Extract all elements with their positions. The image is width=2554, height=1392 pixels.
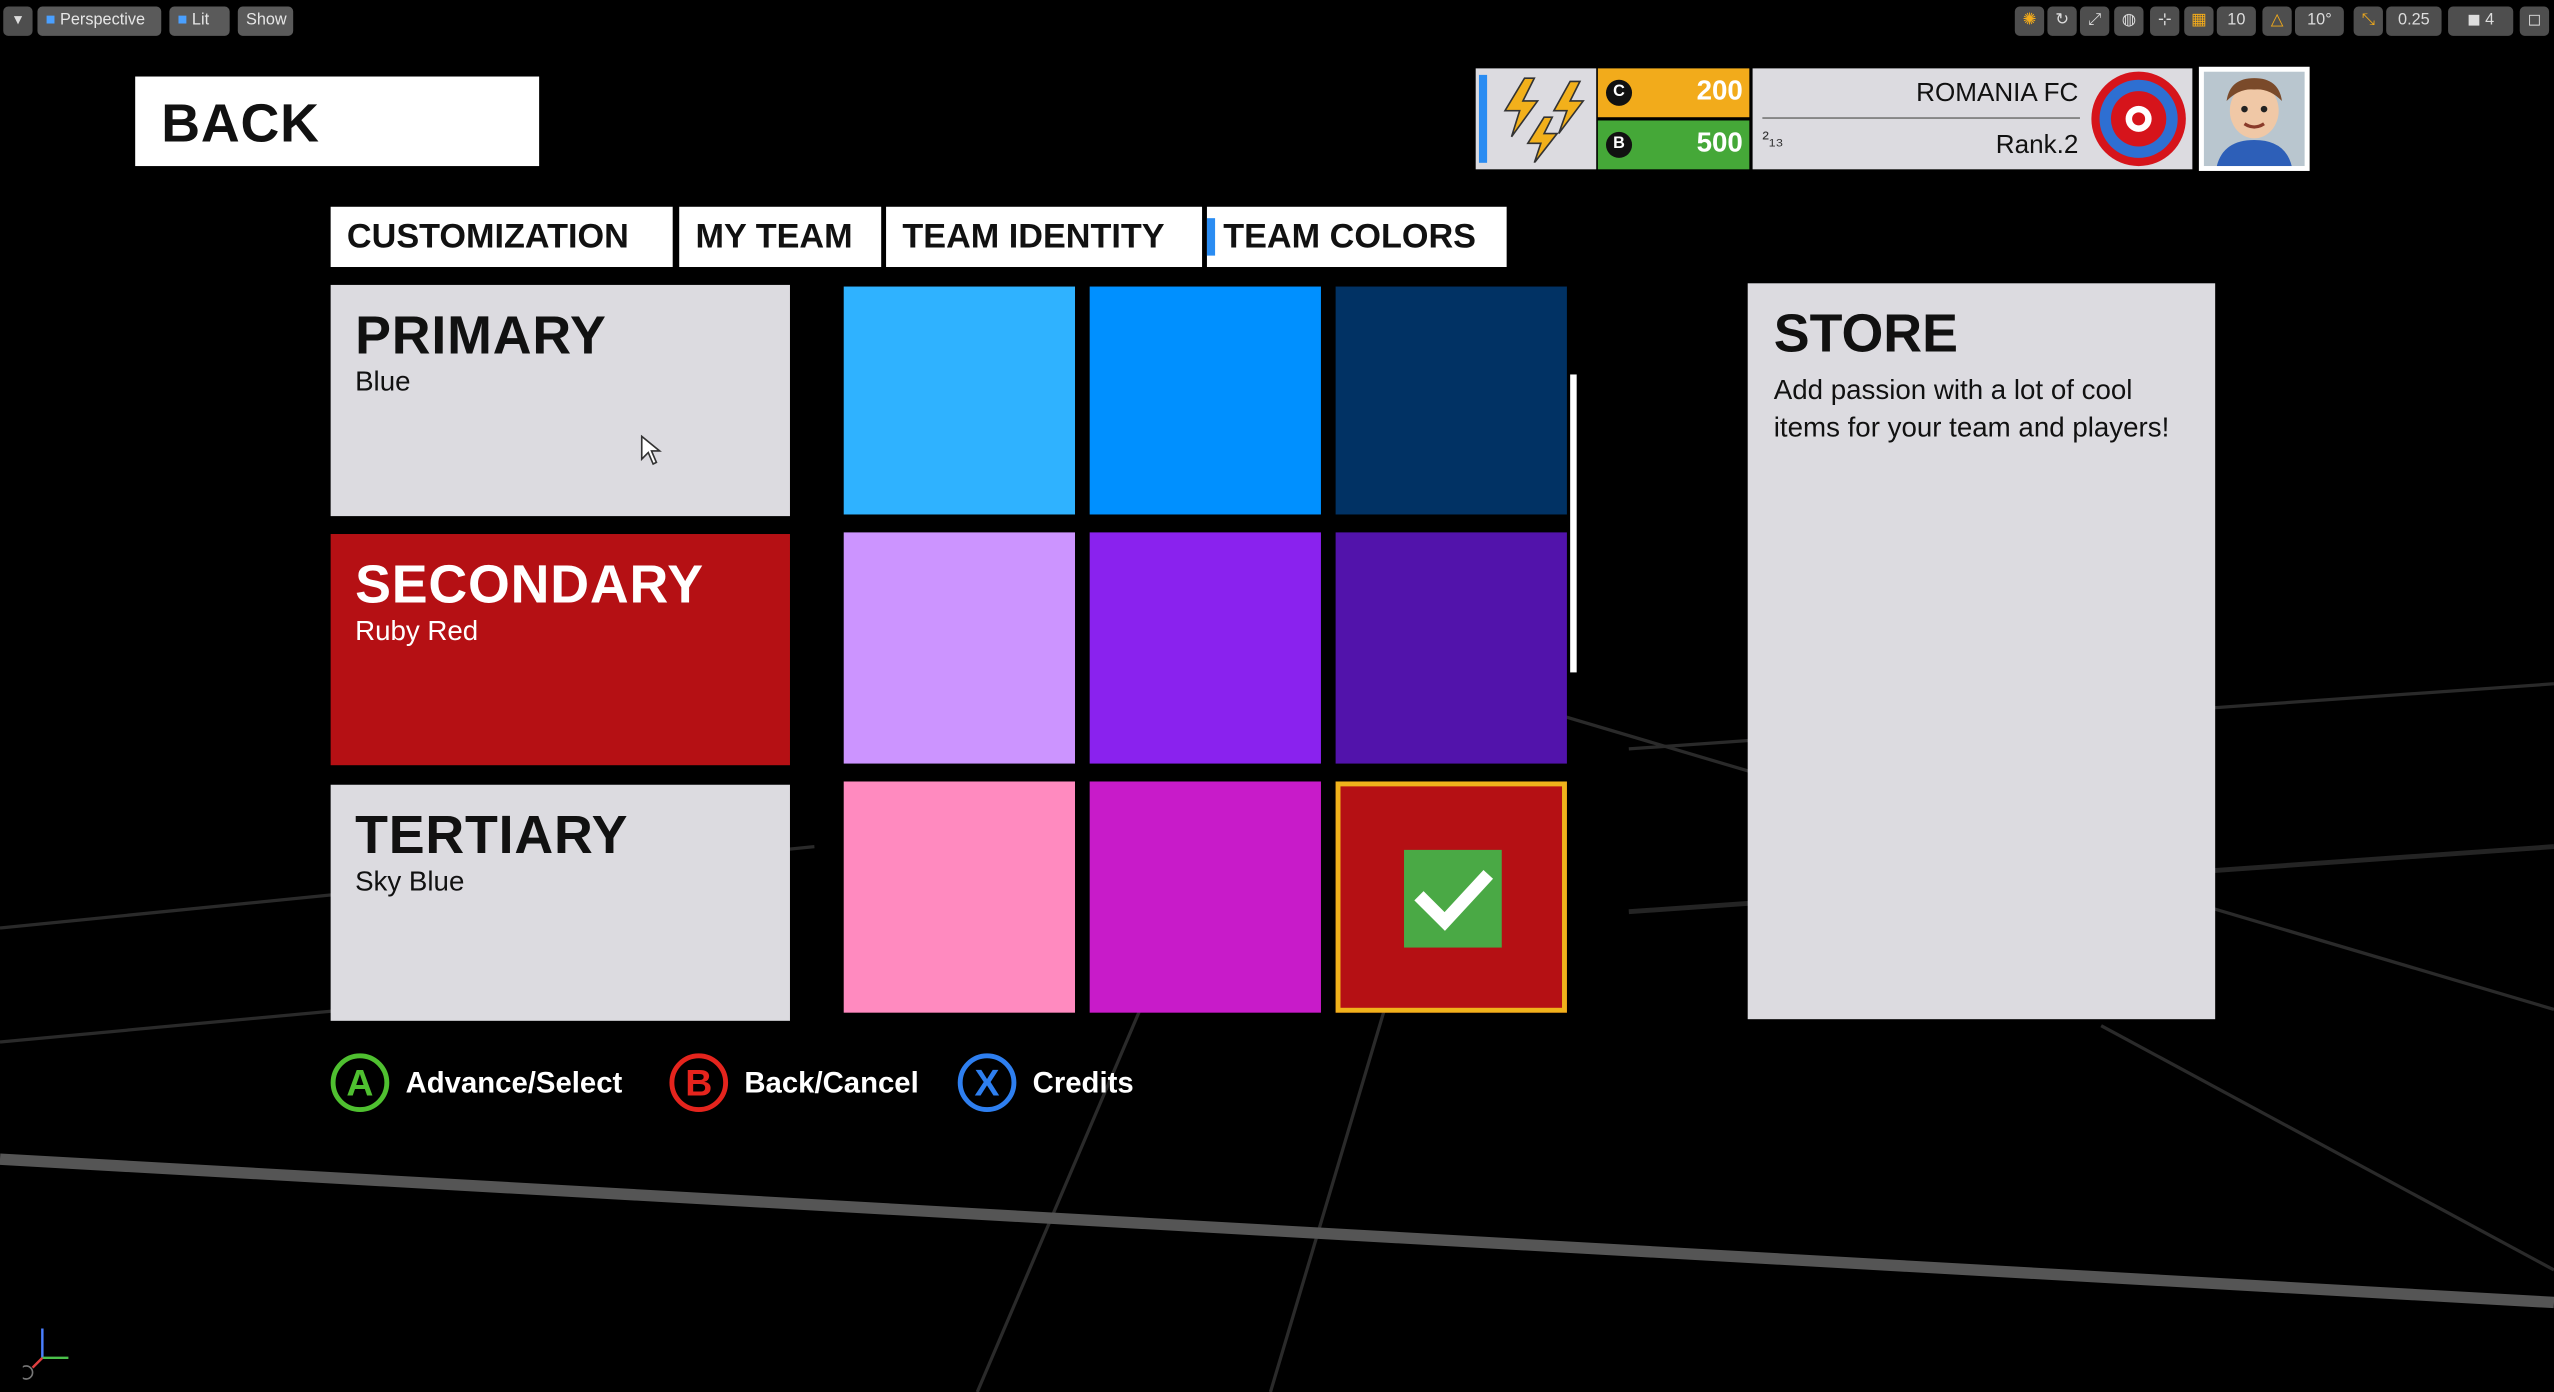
grid-snap-icon[interactable]: ▦ (2184, 6, 2214, 36)
coins-value: 200 (1696, 74, 1743, 106)
perspective-cube-icon: ■ (45, 11, 56, 30)
team-name: ROMANIA FC (1916, 79, 2079, 108)
color-swatch[interactable] (1089, 532, 1321, 764)
coins-counter: C 200 (1597, 68, 1750, 118)
scale-snap-value[interactable]: 0.25 (2386, 6, 2442, 36)
lit-button[interactable]: ■ Lit (169, 6, 230, 36)
swatch-scrollbar[interactable] (1570, 374, 1577, 673)
bucks-badge-icon: B (1605, 131, 1633, 158)
energy-lightning-icon (1503, 77, 1585, 163)
viewport-menu-icon[interactable]: ▾ (3, 6, 33, 36)
credits-label: Credits (1032, 1066, 1134, 1099)
store-description: Add passion with a lot of cool items for… (1773, 374, 2170, 443)
scale-snap-icon[interactable]: ⤡ (2353, 6, 2383, 36)
selected-color-swatch[interactable] (1335, 781, 1567, 1013)
team-info-panel: ROMANIA FC ²₁₃ Rank.2 (1752, 68, 2193, 170)
player-avatar[interactable] (2198, 66, 2310, 171)
secondary-color-slot[interactable]: SECONDARY Ruby Red (330, 534, 790, 766)
slot-title: TERTIARY (355, 804, 629, 865)
energy-accent-bar (1478, 74, 1488, 163)
active-tab-indicator (1206, 218, 1216, 256)
back-cancel-label: Back/Cancel (744, 1066, 919, 1099)
rotation-snap-value[interactable]: 10° (2294, 6, 2344, 36)
surface-snap-icon[interactable]: ⊹ (2150, 6, 2180, 36)
rotation-snap-icon[interactable]: △ (2262, 6, 2292, 36)
axis-gizmo-icon (22, 1328, 69, 1380)
back-button[interactable]: BACK (135, 76, 540, 167)
perspective-button[interactable]: ■ Perspective (37, 6, 162, 36)
color-swatch[interactable] (843, 781, 1076, 1013)
tertiary-color-slot[interactable]: TERTIARY Sky Blue (330, 784, 790, 1021)
selected-check-icon (1404, 849, 1502, 948)
avatar-face-icon (2203, 71, 2305, 167)
energy-panel (1475, 68, 1597, 170)
color-swatch[interactable] (843, 286, 1076, 515)
a-button-icon: A (330, 1053, 390, 1112)
team-rank: Rank.2 (1995, 131, 2079, 160)
bucks-counter: B 500 (1597, 120, 1750, 170)
world-space-icon[interactable]: ◍ (2114, 6, 2144, 36)
color-swatch[interactable] (1335, 532, 1567, 764)
lit-mode-icon: ■ (177, 11, 188, 30)
slot-value: Blue (355, 366, 411, 398)
realtime-icon[interactable]: ✺ (2014, 6, 2045, 36)
team-info-divider (1762, 117, 2080, 119)
slot-title: SECONDARY (355, 553, 704, 614)
maximize-viewport-icon[interactable]: ◻ (2519, 6, 2550, 36)
rotate-tool-icon[interactable]: ↻ (2047, 6, 2077, 36)
team-crest-icon (2091, 71, 2186, 167)
tab-team-identity[interactable]: TEAM IDENTITY (886, 206, 1203, 268)
camera-icon: ◼ (2467, 11, 2481, 30)
tab-team-colors-label: TEAM COLORS (1223, 218, 1476, 256)
grid-snap-value[interactable]: 10 (2216, 6, 2256, 36)
slot-value: Sky Blue (355, 866, 465, 898)
ranking-icon: ²₁₃ (1762, 126, 1784, 150)
show-button[interactable]: Show (237, 6, 294, 36)
color-swatch[interactable] (1089, 781, 1321, 1013)
bucks-value: 500 (1696, 126, 1743, 158)
scale-tool-icon[interactable]: ⤢ (2079, 6, 2110, 36)
advance-select-label: Advance/Select (405, 1066, 623, 1099)
store-panel[interactable]: STORE Add passion with a lot of cool ite… (1747, 283, 2216, 1020)
color-swatch[interactable] (843, 532, 1076, 764)
tab-customization[interactable]: CUSTOMIZATION (330, 206, 673, 268)
color-swatch[interactable] (1335, 286, 1567, 515)
back-button-label: BACK (161, 92, 320, 154)
color-swatch[interactable] (1089, 286, 1321, 515)
x-button-icon: X (957, 1053, 1017, 1112)
slot-value: Ruby Red (355, 615, 479, 647)
camera-speed-button[interactable]: ◼ 4 (2448, 6, 2514, 36)
coins-badge-icon: C (1605, 79, 1633, 106)
mouse-cursor-icon (640, 434, 662, 466)
tab-team-colors[interactable]: TEAM COLORS (1206, 206, 1507, 268)
tab-my-team[interactable]: MY TEAM (679, 206, 882, 268)
b-button-icon: B (669, 1053, 729, 1112)
primary-color-slot[interactable]: PRIMARY Blue (330, 284, 790, 517)
slot-title: PRIMARY (355, 304, 607, 365)
store-title: STORE (1773, 302, 1958, 364)
game-screen: ▾ ■ Perspective ■ Lit Show ✺ ↻ ⤢ ◍ ⊹ ▦ 1… (0, 0, 2554, 1392)
